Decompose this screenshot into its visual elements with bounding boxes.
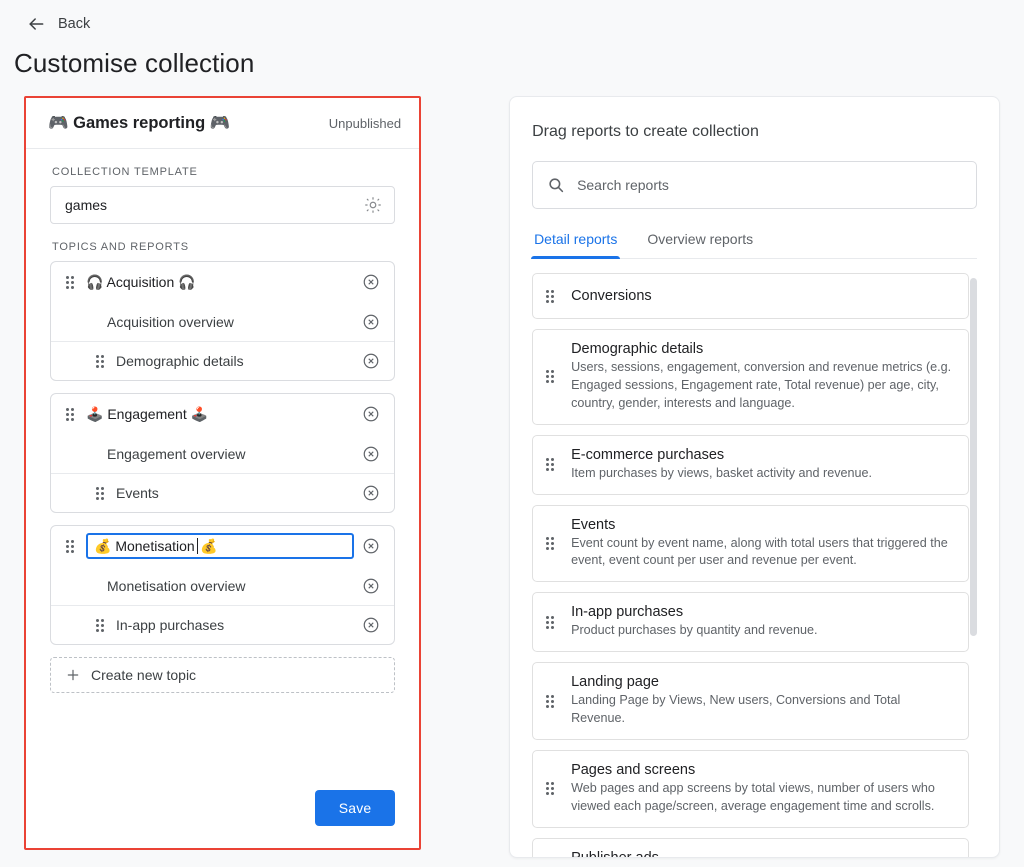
drag-handle-icon[interactable]	[543, 288, 557, 304]
remove-topic-icon[interactable]	[362, 273, 380, 291]
report-label: Events	[116, 485, 159, 501]
drag-handle-icon[interactable]	[63, 538, 77, 554]
drag-handle-icon[interactable]	[543, 781, 557, 797]
report-card[interactable]: Events Event count by event name, along …	[532, 504, 969, 583]
report-list-scrollbar[interactable]	[970, 278, 977, 636]
collection-editor-panel: 🎮 Games reporting 🎮 Unpublished COLLECTI…	[24, 96, 422, 850]
report-card-description: Event count by event name, along with to…	[571, 535, 948, 568]
drag-handle-icon[interactable]	[63, 274, 77, 290]
drag-handle-icon[interactable]	[93, 485, 107, 501]
topic-list: 🎧 Acquisition 🎧 Acquisition overview Dem…	[50, 261, 396, 657]
topic-row[interactable]: 🕹️ Engagement 🕹️	[51, 394, 394, 434]
topic-label: 🎧 Acquisition 🎧	[86, 273, 196, 290]
report-card[interactable]: In-app purchases Product purchases by qu…	[532, 592, 969, 653]
topic-row[interactable]: 🎧 Acquisition 🎧	[51, 262, 394, 302]
report-card[interactable]: Conversions	[532, 273, 969, 319]
collection-title: 🎮 Games reporting 🎮	[48, 114, 231, 132]
remove-report-icon[interactable]	[362, 352, 380, 370]
report-card-description: Web pages and app screens by total views…	[571, 780, 935, 813]
report-card-description: Users, sessions, engagement, conversion …	[571, 360, 952, 410]
report-card[interactable]: E-commerce purchases Item purchases by v…	[532, 434, 969, 495]
report-label: Monetisation overview	[107, 577, 246, 594]
collection-template-label: COLLECTION TEMPLATE	[52, 166, 198, 178]
report-card[interactable]: Demographic details Users, sessions, eng…	[532, 329, 969, 425]
reports-library-panel: Drag reports to create collection Search…	[509, 96, 1000, 858]
report-row[interactable]: Demographic details	[51, 341, 395, 380]
topic-name-input[interactable]: 💰 Monetisation 💰	[86, 533, 355, 559]
collection-template-value: games	[65, 197, 108, 213]
report-label: In-app purchases	[116, 617, 225, 633]
report-label: Engagement overview	[107, 445, 246, 462]
topic-group: 💰 Monetisation 💰 Monetisation overview I…	[50, 525, 396, 645]
page-title: Customise collection	[14, 48, 255, 78]
report-card[interactable]: Publisher ads Ad performance by impressi…	[532, 837, 969, 857]
drag-handle-icon[interactable]	[543, 693, 557, 709]
reports-panel-title: Drag reports to create collection	[532, 123, 759, 140]
drag-handle-icon[interactable]	[93, 617, 107, 633]
report-label: Demographic details	[116, 353, 244, 369]
topics-and-reports-label: TOPICS AND REPORTS	[52, 241, 189, 253]
report-label: Acquisition overview	[107, 313, 234, 330]
report-card-description: Item purchases by views, basket activity…	[571, 465, 873, 480]
collection-card: 🎮 Games reporting 🎮 Unpublished COLLECTI…	[26, 98, 420, 848]
main-columns: 🎮 Games reporting 🎮 Unpublished COLLECTI…	[0, 96, 1024, 858]
remove-report-icon[interactable]	[362, 577, 380, 595]
collection-template-field[interactable]: games	[50, 186, 396, 224]
create-new-topic-label: Create new topic	[91, 667, 197, 683]
drag-handle-icon[interactable]	[543, 369, 557, 385]
report-list: Conversions Demographic details Users, s…	[532, 273, 977, 857]
report-card-description: Product purchases by quantity and revenu…	[571, 623, 818, 638]
report-row[interactable]: Monetisation overview	[51, 566, 394, 605]
topic-label: 🕹️ Engagement 🕹️	[86, 405, 209, 422]
report-card-title: Publisher ads	[571, 850, 954, 857]
collection-footer: Save	[26, 790, 419, 848]
topic-row-editing[interactable]: 💰 Monetisation 💰	[51, 526, 394, 566]
remove-topic-icon[interactable]	[362, 405, 380, 423]
drag-handle-icon[interactable]	[543, 614, 557, 630]
collection-header: 🎮 Games reporting 🎮 Unpublished	[26, 98, 420, 149]
report-card-title: Conversions	[571, 288, 652, 304]
topic-group: 🕹️ Engagement 🕹️ Engagement overview Eve…	[50, 393, 396, 513]
report-card-title: Demographic details	[571, 341, 704, 357]
topic-group: 🎧 Acquisition 🎧 Acquisition overview Dem…	[50, 261, 396, 381]
tab-detail-reports[interactable]: Detail reports	[531, 231, 621, 259]
back-button[interactable]: Back	[0, 0, 1024, 34]
plus-icon	[65, 667, 81, 683]
remove-report-icon[interactable]	[362, 445, 380, 463]
save-button[interactable]: Save	[315, 790, 396, 826]
sparkle-icon[interactable]	[364, 196, 382, 214]
topic-name-input-text-tail: 💰	[200, 537, 218, 554]
back-label: Back	[58, 16, 91, 32]
report-row[interactable]: Engagement overview	[51, 434, 394, 473]
report-card-title: E-commerce purchases	[571, 446, 725, 463]
search-placeholder: Search reports	[577, 177, 669, 193]
report-row[interactable]: Events	[51, 473, 395, 512]
report-card-description: Landing Page by Views, New users, Conver…	[571, 693, 901, 725]
drag-handle-icon[interactable]	[93, 353, 107, 369]
search-reports-field[interactable]: Search reports	[532, 161, 977, 209]
search-icon	[547, 176, 565, 194]
report-card[interactable]: Pages and screens Web pages and app scre…	[532, 749, 969, 828]
report-row[interactable]: In-app purchases	[51, 605, 395, 644]
drag-handle-icon[interactable]	[543, 457, 557, 473]
status-badge: Unpublished	[328, 116, 402, 131]
remove-topic-icon[interactable]	[362, 537, 380, 555]
arrow-left-icon	[26, 14, 46, 34]
remove-report-icon[interactable]	[362, 616, 380, 634]
report-card[interactable]: Landing page Landing Page by Views, New …	[532, 662, 969, 740]
report-card-title: In-app purchases	[571, 604, 684, 621]
remove-report-icon[interactable]	[362, 313, 380, 331]
tab-overview-reports[interactable]: Overview reports	[647, 231, 753, 258]
drag-handle-icon[interactable]	[63, 406, 77, 422]
text-caret	[196, 538, 199, 554]
report-row[interactable]: Acquisition overview	[51, 302, 394, 341]
report-card-title: Landing page	[571, 674, 659, 691]
report-card-title: Pages and screens	[571, 761, 696, 778]
remove-report-icon[interactable]	[362, 484, 380, 502]
drag-handle-icon[interactable]	[543, 535, 557, 551]
report-tabs: Detail reports Overview reports	[531, 231, 977, 259]
topic-name-input-text: 💰 Monetisation	[94, 537, 195, 554]
report-card-title: Events	[571, 516, 616, 533]
create-new-topic-button[interactable]: Create new topic	[50, 657, 396, 693]
